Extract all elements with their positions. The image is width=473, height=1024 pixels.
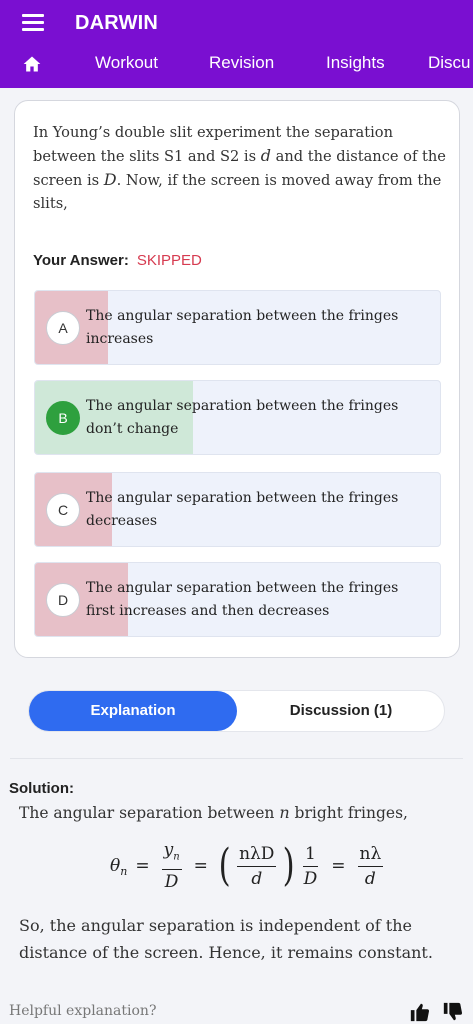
nav-tabs: Workout Revision Insights Discu <box>0 46 473 88</box>
top-bar: DARWIN <box>0 0 473 46</box>
option-b[interactable]: B The angular separation between the fri… <box>34 380 441 455</box>
option-a-text: The angular separation between the fring… <box>86 308 399 347</box>
formula-frac-4: nλ d <box>357 843 384 889</box>
formula-theta: θ <box>110 856 121 877</box>
app-header: DARWIN Workout Revision Insights Discu <box>0 0 473 88</box>
formula-theta-sub: n <box>120 864 128 878</box>
your-answer: Your Answer: SKIPPED <box>33 252 202 269</box>
thumbs-down-icon[interactable] <box>442 1001 464 1023</box>
option-c-letter: C <box>46 493 80 527</box>
option-b-text: The angular separation between the fring… <box>86 398 399 437</box>
question-card: In Young’s double slit experiment the se… <box>14 100 460 658</box>
formula-frac-1: yn D <box>161 840 182 893</box>
tab-workout[interactable]: Workout <box>95 53 158 73</box>
option-a[interactable]: A The angular separation between the fri… <box>34 290 441 365</box>
app-title: DARWIN <box>75 12 159 34</box>
option-b-letter: B <box>46 401 80 435</box>
solution-formula: θn = yn D = ( nλD d ) 1 D = nλ d <box>110 840 384 893</box>
answer-status: SKIPPED <box>136 252 202 269</box>
option-a-letter: A <box>46 311 80 345</box>
tab-insights[interactable]: Insights <box>326 53 385 73</box>
formula-frac-3: 1 D <box>303 843 318 889</box>
helpful-prompt: Helpful explanation? <box>9 1003 157 1019</box>
your-answer-label: Your Answer: <box>33 252 129 269</box>
tab-discussion[interactable]: Discu <box>428 53 471 73</box>
tab-revision[interactable]: Revision <box>209 53 274 73</box>
option-d-text: The angular separation between the fring… <box>86 580 399 619</box>
question-text: In Young’s double slit experiment the se… <box>33 124 446 212</box>
solution-title: Solution: <box>9 780 74 797</box>
home-icon[interactable] <box>22 54 42 74</box>
menu-icon[interactable] <box>22 14 44 32</box>
option-c[interactable]: C The angular separation between the fri… <box>34 472 441 547</box>
explanation-discussion-toggle: Explanation Discussion (1) <box>28 690 445 732</box>
tab-explanation[interactable]: Explanation <box>29 691 237 731</box>
divider <box>10 758 463 759</box>
solution-conclusion: So, the angular separation is independen… <box>19 916 433 962</box>
formula-frac-2: nλD d <box>237 843 277 889</box>
option-c-text: The angular separation between the fring… <box>86 490 399 529</box>
solution-intro: The angular separation between n bright … <box>19 803 408 822</box>
thumbs-up-icon[interactable] <box>409 1001 431 1023</box>
option-d[interactable]: D The angular separation between the fri… <box>34 562 441 637</box>
option-d-letter: D <box>46 583 80 617</box>
tab-discussion-count[interactable]: Discussion (1) <box>237 691 445 731</box>
